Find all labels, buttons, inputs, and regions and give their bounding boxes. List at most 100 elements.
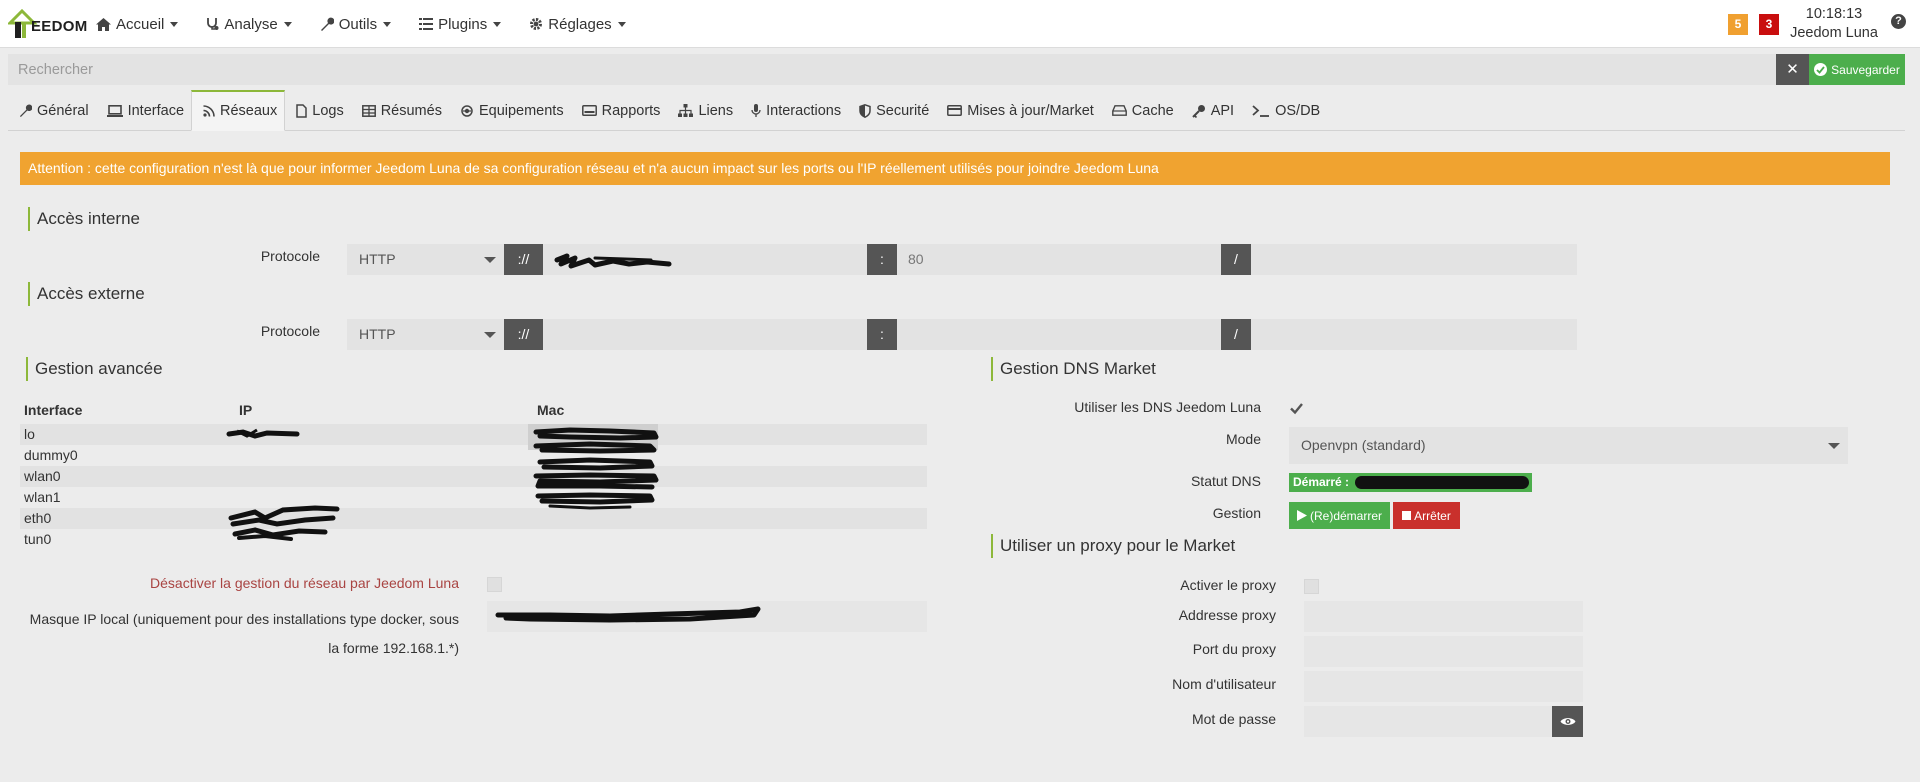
danger-count-badge[interactable]: 3	[1759, 14, 1779, 35]
save-button-label: Sauvegarder	[1831, 62, 1900, 77]
jeedom-logo[interactable]: EEDOM	[6, 5, 87, 43]
tab-securite[interactable]: Securité	[848, 91, 936, 130]
internal-protocol-select[interactable]: HTTP	[347, 244, 504, 275]
internal-path-input[interactable]	[1251, 244, 1577, 275]
internal-path-separator: /	[1221, 244, 1251, 275]
external-protocol-value: HTTP	[359, 326, 396, 342]
proxy-title: Utiliser un proxy pour le Market	[991, 534, 1235, 558]
proxy-user-label: Nom d'utilisateur	[1172, 676, 1276, 692]
enable-proxy-checkbox[interactable]	[1304, 579, 1319, 594]
laptop-icon	[106, 104, 123, 117]
local-ip-mask-label-line2: la forme 192.168.1.*)	[328, 640, 459, 656]
internal-port-input[interactable]: 80	[897, 244, 1221, 275]
dns-stop-label: Arrêter	[1414, 508, 1451, 523]
external-path-input[interactable]	[1251, 319, 1577, 350]
stethoscope-icon	[207, 18, 219, 30]
redacted-scribble	[226, 428, 340, 541]
external-protocol-select[interactable]: HTTP	[347, 319, 504, 350]
tab-mises-a-jour[interactable]: Mises à jour/Market	[936, 91, 1101, 130]
external-port-input[interactable]	[897, 319, 1221, 350]
tab-liens[interactable]: Liens	[667, 91, 740, 130]
proxy-address-label: Addresse proxy	[1178, 607, 1276, 623]
proxy-port-label: Port du proxy	[1192, 641, 1276, 657]
dns-stop-button[interactable]: Arrêter	[1393, 502, 1460, 529]
network-config-warning: Attention : cette configuration n'est là…	[20, 152, 1890, 185]
use-dns-checkbox[interactable]	[1289, 401, 1304, 416]
main-menu: Accueil Analyse Outils Plugins Réglages	[96, 0, 654, 48]
dns-manage-label: Gestion	[1212, 505, 1261, 521]
proxy-password-input[interactable]	[1304, 706, 1552, 737]
interface-name: tun0	[24, 531, 52, 547]
tab-logs[interactable]: Logs	[285, 91, 350, 130]
save-button[interactable]: Sauvegarder	[1809, 54, 1905, 85]
dns-status-badge: Démarré :	[1289, 473, 1532, 492]
config-tabs: Général Interface Réseaux Logs Résumés E…	[8, 90, 1905, 131]
menu-analyse-label: Analyse	[224, 15, 278, 33]
wrench-icon	[320, 17, 334, 31]
menu-reglages-label: Réglages	[548, 15, 612, 33]
menu-outils[interactable]: Outils	[320, 16, 392, 33]
clear-search-button[interactable]: ✕	[1776, 54, 1809, 85]
tab-label: Equipements	[478, 102, 564, 119]
file-icon	[296, 103, 307, 118]
tab-api[interactable]: API	[1181, 91, 1241, 130]
tab-resumes[interactable]: Résumés	[351, 91, 449, 130]
disable-network-checkbox[interactable]	[487, 577, 502, 592]
table-row: wlan1	[20, 487, 927, 508]
external-access-title: Accès externe	[28, 282, 145, 306]
external-address-input[interactable]	[543, 319, 867, 350]
menu-plugins[interactable]: Plugins	[419, 16, 502, 33]
internal-scheme-separator: ://	[504, 244, 543, 275]
internal-protocol-label: Protocole	[260, 248, 320, 264]
advanced-title: Gestion avancée	[26, 357, 163, 381]
table-row: wlan0	[20, 466, 927, 487]
list-icon	[419, 18, 434, 30]
tab-interactions[interactable]: Interactions	[740, 91, 848, 130]
redacted-scribble	[554, 253, 672, 269]
tab-label: Mises à jour/Market	[967, 102, 1094, 119]
dns-market-title: Gestion DNS Market	[991, 357, 1156, 381]
tab-interface[interactable]: Interface	[96, 91, 191, 130]
cogs-icon	[461, 104, 473, 117]
dns-status-text: Démarré :	[1293, 475, 1350, 489]
dns-mode-select[interactable]: Openvpn (standard)	[1289, 427, 1848, 464]
tab-equipements[interactable]: Equipements	[449, 91, 571, 130]
menu-accueil[interactable]: Accueil	[96, 16, 179, 33]
tab-rapports[interactable]: Rapports	[571, 91, 668, 130]
tab-reseaux[interactable]: Réseaux	[191, 90, 286, 131]
internal-port-value: 80	[908, 251, 924, 267]
show-password-button[interactable]	[1552, 706, 1583, 737]
tab-label: Interactions	[766, 102, 842, 119]
menu-reglages[interactable]: Réglages	[529, 15, 626, 33]
interface-name: lo	[24, 426, 35, 442]
tab-cache[interactable]: Cache	[1101, 91, 1181, 130]
tab-general[interactable]: Général	[8, 91, 96, 130]
dns-restart-button[interactable]: (Re)démarrer	[1289, 502, 1390, 529]
col-ip: IP	[239, 402, 253, 418]
proxy-port-input[interactable]	[1304, 636, 1583, 667]
check-circle-icon	[1814, 63, 1828, 76]
caret-down-icon	[1828, 443, 1840, 449]
caret-down-icon	[170, 21, 179, 27]
tab-os-db[interactable]: OS/DB	[1241, 91, 1327, 130]
tab-label: Securité	[876, 102, 930, 119]
interface-name: wlan1	[24, 489, 61, 505]
warning-count-badge[interactable]: 5	[1728, 14, 1748, 35]
interface-name: eth0	[24, 510, 52, 526]
logo-text: EEDOM	[31, 18, 88, 35]
disable-network-label: Désactiver la gestion du réseau par Jeed…	[150, 575, 459, 591]
terminal-icon	[1252, 104, 1270, 117]
external-path-separator: /	[1221, 319, 1251, 350]
help-icon[interactable]: ?	[1891, 14, 1906, 29]
internal-port-separator: :	[867, 244, 897, 275]
search-input[interactable]	[8, 54, 1776, 85]
proxy-user-input[interactable]	[1304, 671, 1583, 702]
hdd-icon	[581, 105, 597, 116]
redacted-scribble	[1355, 476, 1529, 489]
hdd-o-icon	[1111, 105, 1127, 116]
tab-label: Interface	[127, 102, 185, 119]
external-scheme-separator: ://	[504, 319, 543, 350]
proxy-address-input[interactable]	[1304, 601, 1583, 632]
menu-analyse[interactable]: Analyse	[206, 15, 292, 33]
col-mac: Mac	[537, 402, 565, 418]
